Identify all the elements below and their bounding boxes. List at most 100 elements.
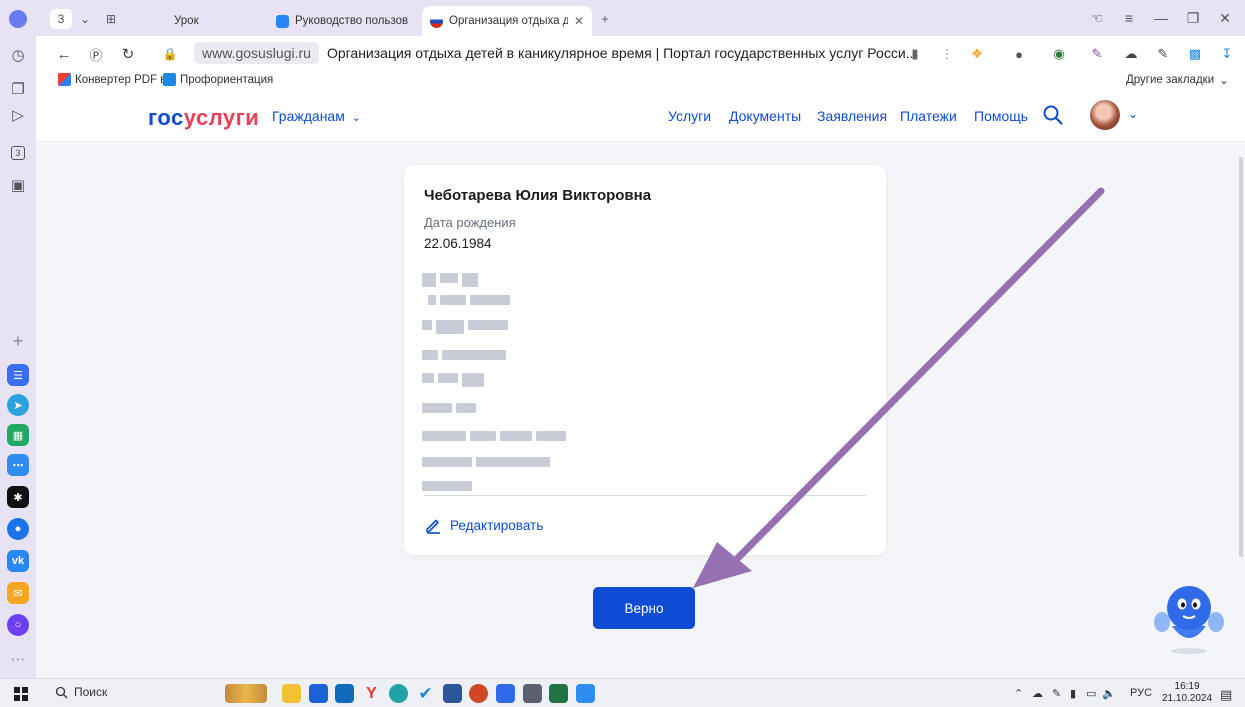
media-icon[interactable]: ▷ (7, 104, 29, 126)
excel-icon[interactable] (549, 684, 568, 703)
history-icon[interactable]: ◷ (7, 44, 29, 66)
edit-link[interactable]: Редактировать (424, 516, 543, 534)
back-icon[interactable]: ← (54, 44, 74, 64)
network-icon[interactable]: ▮ (1070, 687, 1076, 700)
clipboard-icon[interactable]: ✎ (1154, 45, 1172, 63)
restore-icon[interactable]: ❐ (1182, 8, 1204, 28)
calendar-icon[interactable] (496, 684, 515, 703)
battery-icon[interactable]: ▭ (1086, 687, 1096, 700)
counter-icon[interactable]: 3 (7, 142, 29, 164)
redacted-field (422, 431, 566, 445)
edge-style-icon[interactable]: ● (7, 518, 29, 540)
chevron-down-icon[interactable]: ⌄ (76, 9, 94, 29)
avatar[interactable] (1090, 100, 1120, 130)
scrollbar[interactable] (1239, 157, 1243, 557)
add-panel-icon[interactable]: + (7, 330, 29, 352)
tab-counter[interactable]: 3 (50, 9, 72, 29)
tab-groups-icon[interactable]: ⊞ (102, 9, 120, 29)
more-icon[interactable]: ⋯ (7, 648, 29, 670)
todo-icon[interactable]: ✔ (416, 684, 435, 703)
logo-part-1: гос (148, 105, 184, 130)
nav-help[interactable]: Помощь (974, 108, 1028, 124)
cloud-icon[interactable]: ☁ (1122, 45, 1140, 63)
vk-icon[interactable]: vk (7, 550, 29, 572)
yandex-browser-icon[interactable]: Y (362, 684, 381, 703)
edge-icon[interactable] (389, 684, 408, 703)
sparkle-app-icon[interactable]: ✱ (7, 486, 29, 508)
gosuslugi-logo[interactable]: госуслуги (148, 105, 259, 131)
notifications-icon[interactable]: ▤ (1220, 687, 1232, 703)
nav-payments[interactable]: Платежи (900, 108, 957, 124)
download-icon[interactable]: ↧ (1218, 45, 1236, 63)
other-bookmarks[interactable]: Другие закладки ⌄ (1126, 73, 1229, 87)
yandex-icon[interactable]: Ⓟ (86, 44, 106, 64)
store-icon[interactable] (309, 684, 328, 703)
pen-tray-icon[interactable]: ✎ (1052, 687, 1061, 700)
bookmarks-panel-icon[interactable]: ☜ (1086, 8, 1108, 28)
career-icon (163, 73, 176, 86)
robot-assistant-icon[interactable] (1154, 580, 1224, 655)
mail-icon[interactable]: ✉ (7, 582, 29, 604)
audio-extension-icon[interactable]: ❖ (968, 45, 986, 63)
messenger-icon[interactable]: ▦ (7, 424, 29, 446)
screenshot-icon[interactable]: ▣ (7, 174, 29, 196)
tab-label: Руководство пользовате (295, 15, 408, 27)
nav-applications[interactable]: Заявления (817, 108, 887, 124)
language-indicator[interactable]: РУС (1130, 687, 1152, 699)
citizens-menu[interactable]: Гражданам ⌄ (272, 108, 361, 124)
redacted-field (422, 350, 506, 364)
tab-user-guide[interactable]: Руководство пользовате (268, 6, 416, 36)
translate-icon[interactable]: ▩ (1186, 45, 1204, 63)
profile-icon[interactable] (7, 8, 29, 30)
confirm-button[interactable]: Верно (593, 587, 695, 629)
bookmark-career[interactable]: Профориентация (163, 73, 273, 86)
vk-favicon-icon (276, 14, 289, 28)
word-icon[interactable] (443, 684, 462, 703)
bookmark-pdf-converter[interactable]: Конвертер PDF в (58, 73, 166, 86)
kebab-icon[interactable]: ⋮ (938, 45, 956, 63)
telegram-icon[interactable]: ➤ (7, 394, 29, 416)
tab-counter-label: 3 (57, 12, 65, 26)
close-window-icon[interactable]: ✕ (1214, 8, 1236, 28)
chat-app-icon[interactable]: ⋯ (7, 454, 29, 476)
file-explorer-icon[interactable] (282, 684, 301, 703)
extension-icon[interactable]: ● (1010, 45, 1028, 63)
minimize-icon[interactable]: — (1150, 8, 1172, 28)
alice-icon[interactable]: ○ (7, 614, 29, 636)
logo-part-2: услуги (183, 105, 260, 130)
bookmark-icon[interactable]: ▮ (906, 45, 924, 63)
pencil-icon (426, 519, 440, 534)
taskbar: Поиск Y ✔ ⌃ ☁ ✎ ▮ ▭ 🔈 РУС 16:19 21.10.20… (0, 678, 1245, 707)
tab-lesson[interactable]: Урок (166, 6, 262, 36)
clock[interactable]: 16:19 21.10.2024 (1162, 681, 1212, 705)
tray-chevron-icon[interactable]: ⌃ (1014, 687, 1023, 700)
page-content: Чеботарева Юлия Викторовна Дата рождения… (36, 143, 1245, 678)
redacted-field (422, 457, 550, 471)
new-tab-icon[interactable]: + (596, 9, 614, 29)
reload-icon[interactable]: ↻ (118, 44, 138, 64)
menu-icon[interactable]: ≡ (1118, 8, 1140, 28)
volume-icon[interactable]: 🔈 (1102, 687, 1116, 700)
lock-icon[interactable]: 🔒 (160, 44, 180, 64)
nav-services[interactable]: Услуги (668, 108, 711, 124)
shield-extension-icon[interactable]: ◉ (1050, 45, 1068, 63)
onedrive-icon[interactable]: ☁ (1032, 687, 1043, 700)
close-tab-icon[interactable]: ✕ (574, 14, 584, 28)
chat-taskbar-icon[interactable] (576, 684, 595, 703)
tab-active-gosuslugi[interactable]: Организация отдыха д ✕ (422, 6, 592, 36)
collections-icon[interactable]: ❐ (7, 78, 29, 100)
chevron-down-icon[interactable]: ⌄ (1128, 107, 1138, 121)
pen-extension-icon[interactable]: ✎ (1088, 45, 1106, 63)
address-bar: ← Ⓟ ↻ 🔒 www.gosuslugi.ru Организация отд… (36, 36, 1245, 70)
notes-app-icon[interactable]: ☰ (7, 364, 29, 386)
redacted-field (428, 295, 510, 309)
search-icon[interactable] (1042, 104, 1064, 126)
outlook-icon[interactable] (335, 684, 354, 703)
windows-start-icon[interactable] (14, 687, 28, 701)
taskbar-search[interactable]: Поиск (55, 685, 107, 699)
widgets-icon[interactable] (225, 684, 267, 703)
powerpoint-icon[interactable] (469, 684, 488, 703)
calculator-icon[interactable] (523, 684, 542, 703)
nav-documents[interactable]: Документы (729, 108, 801, 124)
pdf-converter-icon (58, 73, 71, 86)
